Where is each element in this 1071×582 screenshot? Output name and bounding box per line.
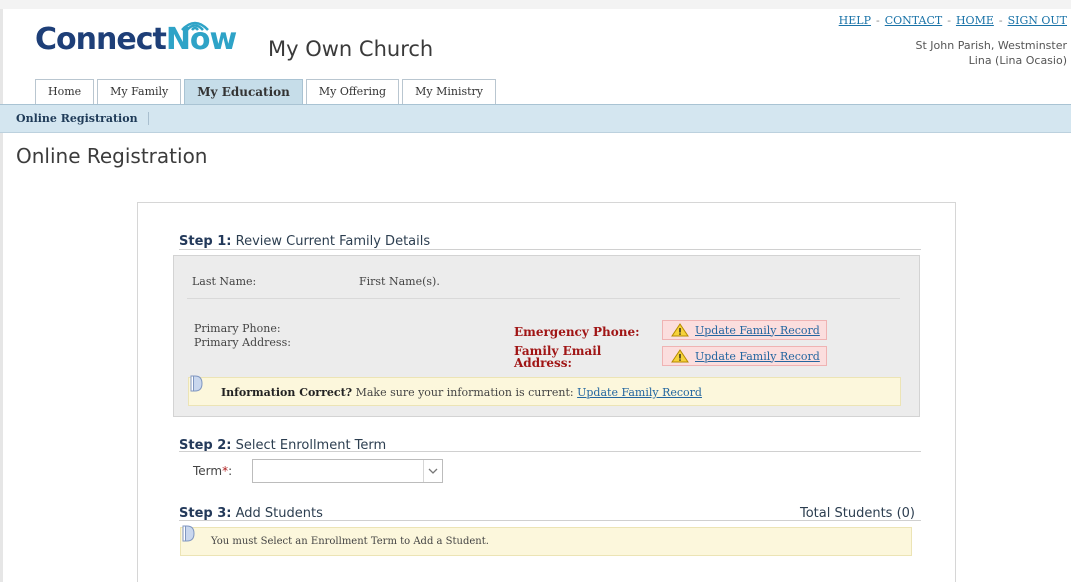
separator: -	[998, 14, 1003, 27]
primary-phone-label: Primary Phone:	[194, 322, 281, 335]
tab-home[interactable]: Home	[35, 79, 95, 104]
family-email-warning: Update Family Record	[662, 346, 827, 366]
details-divider	[187, 298, 900, 299]
browser-top-strip	[0, 0, 1071, 9]
chevron-down-icon[interactable]	[423, 460, 442, 482]
step3-heading: Step 3: Add Students	[179, 506, 323, 521]
step1-rule	[179, 249, 921, 250]
sign-out-link[interactable]: SIGN OUT	[1008, 14, 1067, 27]
tab-my-family[interactable]: My Family	[97, 79, 182, 104]
separator: -	[876, 14, 880, 27]
update-family-record-link[interactable]: Update Family Record	[695, 324, 820, 337]
update-family-record-link[interactable]: Update Family Record	[577, 386, 702, 399]
term-label: Term*:	[193, 464, 232, 478]
family-email-label: Family Email Address:	[514, 345, 601, 369]
step1-heading: Step 1: Review Current Family Details	[179, 234, 430, 249]
top-links: HELP - CONTACT - HOME - SIGN OUT	[839, 14, 1067, 27]
info-icon	[182, 525, 195, 542]
term-colon: :	[228, 464, 233, 478]
info-icon	[190, 375, 203, 392]
home-link[interactable]: HOME	[956, 14, 994, 27]
step1-title: Review Current Family Details	[235, 234, 431, 249]
separator: -	[947, 14, 951, 27]
enrollment-term-notice-text: You must Select an Enrollment Term to Ad…	[211, 536, 489, 547]
account-info: St John Parish, Westminster Lina (Lina O…	[916, 38, 1067, 68]
user-name: Lina (Lina Ocasio)	[968, 54, 1067, 67]
primary-address-label: Primary Address:	[194, 336, 291, 349]
info-correct-text: Information Correct? Make sure your info…	[221, 386, 702, 399]
update-family-record-link[interactable]: Update Family Record	[695, 350, 820, 363]
family-email-label-line2: Address:	[514, 356, 572, 370]
help-link[interactable]: HELP	[839, 14, 871, 27]
main-tabs: Home My Family My Education My Offering …	[35, 79, 497, 105]
emergency-phone-label: Emergency Phone:	[514, 325, 640, 339]
tab-my-offering[interactable]: My Offering	[305, 79, 400, 104]
page-title: Online Registration	[16, 144, 208, 168]
sub-navigation: Online Registration	[0, 104, 1071, 133]
contact-link[interactable]: CONTACT	[885, 14, 943, 27]
subnav-online-registration[interactable]: Online Registration	[16, 112, 149, 125]
frame-edge	[0, 9, 3, 582]
signal-arc-icon	[181, 21, 209, 31]
total-students: Total Students (0)	[800, 506, 915, 521]
term-label-text: Term	[193, 464, 223, 478]
connectnow-logo[interactable]: ConnectNow	[35, 21, 237, 57]
step3-rule	[179, 520, 921, 521]
last-name-label: Last Name:	[192, 275, 257, 288]
step1-number: Step 1:	[179, 234, 232, 249]
emergency-phone-warning: Update Family Record	[662, 320, 827, 340]
enrollment-term-select[interactable]	[252, 459, 443, 483]
info-correct-bold: Information Correct?	[221, 386, 353, 399]
tab-my-education[interactable]: My Education	[184, 79, 303, 105]
warning-icon	[671, 349, 689, 363]
parish-name: St John Parish, Westminster	[915, 39, 1067, 52]
warning-icon	[671, 323, 689, 337]
logo-text-connect: Connect	[35, 22, 167, 57]
step3-title: Add Students	[235, 506, 323, 521]
tab-my-ministry[interactable]: My Ministry	[402, 79, 497, 104]
church-name: My Own Church	[268, 37, 434, 61]
first-name-label: First Name(s).	[359, 275, 440, 288]
info-correct-message: Make sure your information is current:	[355, 386, 574, 399]
step3-number: Step 3:	[179, 506, 232, 521]
step2-rule	[179, 451, 921, 452]
